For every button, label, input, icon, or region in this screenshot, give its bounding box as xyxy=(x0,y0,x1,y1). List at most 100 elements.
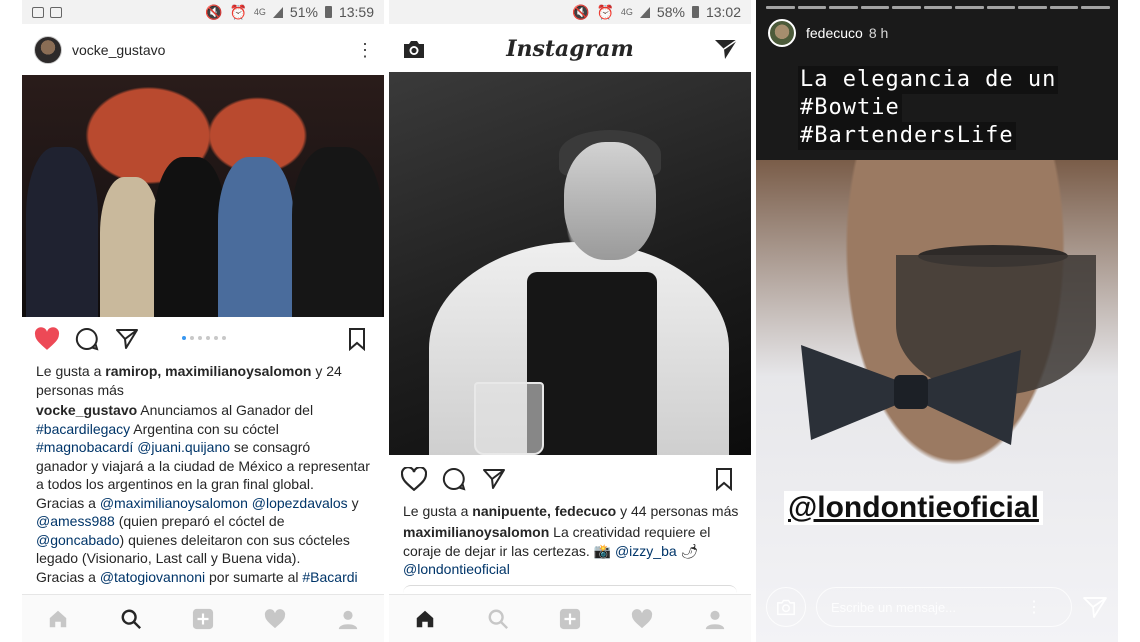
post-header: vocke_gustavo ⋮ xyxy=(22,28,384,72)
mention-link[interactable]: @lopezdavalos xyxy=(252,495,348,511)
caption-author[interactable]: vocke_gustavo xyxy=(36,402,137,418)
caption-text: Argentina con su cóctel xyxy=(130,420,279,437)
home-icon[interactable] xyxy=(410,604,440,634)
home-icon[interactable] xyxy=(43,604,73,634)
story-image[interactable] xyxy=(756,160,1118,642)
likes-count: y 44 personas más xyxy=(616,503,739,519)
caption-text: legado (Visionario, Last call y Buena vi… xyxy=(36,550,301,566)
hashtag-link[interactable]: #Bacardi xyxy=(302,569,357,585)
mention-link[interactable]: @amess988 xyxy=(36,513,115,529)
heart-outline-icon[interactable] xyxy=(401,466,427,492)
post-caption: vocke_gustavo Anunciamos al Ganador del … xyxy=(36,401,380,586)
bartender-apron xyxy=(527,272,657,455)
caption-text: Anunciamos al Ganador del xyxy=(137,402,314,418)
avatar[interactable] xyxy=(768,19,796,47)
caption-text: a todos los argentinos en la gran final … xyxy=(36,476,314,492)
alarm-icon: ⏰ xyxy=(229,3,247,20)
add-post-icon[interactable] xyxy=(188,604,218,634)
bookmark-icon[interactable] xyxy=(344,326,370,352)
caption-text: Gracias a xyxy=(36,568,100,585)
share-icon[interactable] xyxy=(114,326,140,352)
feed-screen: 🔇 ⏰ 4G 58% 13:02 Instagram Le gusta a na… xyxy=(389,0,751,642)
app-header: Instagram xyxy=(389,26,751,72)
search-icon[interactable] xyxy=(116,604,146,634)
caption-text: (quien preparó el cóctel de xyxy=(114,513,285,529)
caption-text: y xyxy=(347,494,359,511)
carousel-dot xyxy=(190,336,194,340)
carousel-indicator xyxy=(182,336,226,340)
activity-heart-icon[interactable] xyxy=(260,604,290,634)
more-options-icon[interactable]: ⋮ xyxy=(1026,597,1042,617)
progress-segment xyxy=(986,6,1016,9)
clock: 13:59 xyxy=(338,4,374,20)
post-actions xyxy=(401,466,507,492)
likes-names[interactable]: ramirop, maximilianoysalomon xyxy=(105,363,311,379)
progress-segment xyxy=(1018,6,1047,9)
direct-message-icon[interactable] xyxy=(713,36,739,62)
caption-text: coraje de dejar ir las certezas. 📸 xyxy=(403,542,615,559)
post-image[interactable] xyxy=(22,75,384,317)
battery-icon xyxy=(691,6,699,18)
profile-icon[interactable] xyxy=(700,604,730,634)
progress-segment xyxy=(923,6,953,9)
progress-segment xyxy=(797,6,827,9)
add-post-icon[interactable] xyxy=(555,604,585,634)
caption-author[interactable]: maximilianoysalomon xyxy=(403,524,549,540)
caption-text: La creatividad requiere el xyxy=(549,524,711,540)
progress-segment xyxy=(766,6,795,9)
camera-icon[interactable] xyxy=(766,587,806,627)
heart-filled-icon[interactable] xyxy=(34,326,60,352)
likes-names[interactable]: nanipuente, fedecuco xyxy=(472,503,616,519)
status-bar: 🔇 ⏰ 4G 58% 13:02 xyxy=(389,0,751,24)
camera-icon[interactable] xyxy=(401,36,427,62)
person-figure xyxy=(100,177,160,317)
bartender-head xyxy=(564,142,656,260)
mention-link[interactable]: @izzy_ba xyxy=(615,543,677,559)
post-caption: maximilianoysalomon La creatividad requi… xyxy=(403,523,747,579)
progress-segment xyxy=(1049,6,1079,9)
instagram-logo: Instagram xyxy=(506,36,634,62)
post-screen-vocke: 🔇 ⏰ 4G 51% 13:59 vocke_gustavo ⋮ Le gust… xyxy=(22,0,384,642)
mention-link[interactable]: @tatogiovannoni xyxy=(100,569,205,585)
search-icon[interactable] xyxy=(483,604,513,634)
mute-icon: 🔇 xyxy=(572,3,590,20)
likes-suffix: personas más xyxy=(36,381,124,398)
progress-segment xyxy=(955,6,984,9)
person-figure xyxy=(218,157,294,317)
likes-prefix: Le gusta a xyxy=(36,363,106,379)
profile-icon[interactable] xyxy=(333,604,363,634)
more-options-icon[interactable]: ⋮ xyxy=(356,41,374,59)
send-icon[interactable] xyxy=(1082,594,1108,620)
likes-summary: Le gusta a ramirop, maximilianoysalomon … xyxy=(36,362,376,399)
clock: 13:02 xyxy=(705,4,741,20)
activity-heart-icon[interactable] xyxy=(627,604,657,634)
post-actions xyxy=(34,326,140,352)
comment-icon[interactable] xyxy=(74,326,100,352)
hashtag-link[interactable]: #bacardilegacy xyxy=(36,421,130,437)
carousel-dot xyxy=(182,336,186,340)
gallery-notification-icon xyxy=(50,6,62,18)
post-username[interactable]: vocke_gustavo xyxy=(72,42,165,58)
post-image[interactable] xyxy=(389,72,751,455)
image-notification-icon xyxy=(32,6,44,18)
mention-link[interactable]: @juani.quijano xyxy=(137,439,230,455)
story-progress xyxy=(766,6,1111,9)
mention-link[interactable]: @londontieoficial xyxy=(403,561,510,577)
story-mention-sticker[interactable]: @londontieoficial xyxy=(784,491,1043,525)
carousel-dot xyxy=(206,336,210,340)
caption-text: ganador y viajará a la ciudad de México … xyxy=(36,457,370,474)
story-text-line: La elegancia de un xyxy=(798,66,1059,94)
share-icon[interactable] xyxy=(481,466,507,492)
progress-segment xyxy=(892,6,921,9)
comment-icon[interactable] xyxy=(441,466,467,492)
hashtag-link[interactable]: #magnobacardí xyxy=(36,439,133,455)
alarm-icon: ⏰ xyxy=(596,3,614,20)
bowtie-graphic xyxy=(801,345,1021,445)
mention-link[interactable]: @maximilianoysalomon xyxy=(100,495,248,511)
network-type: 4G xyxy=(253,7,266,17)
network-type: 4G xyxy=(620,7,633,17)
avatar[interactable] xyxy=(34,36,62,64)
story-username[interactable]: fedecuco xyxy=(806,25,863,41)
mention-link[interactable]: @goncabado xyxy=(36,532,120,548)
bookmark-icon[interactable] xyxy=(711,466,737,492)
